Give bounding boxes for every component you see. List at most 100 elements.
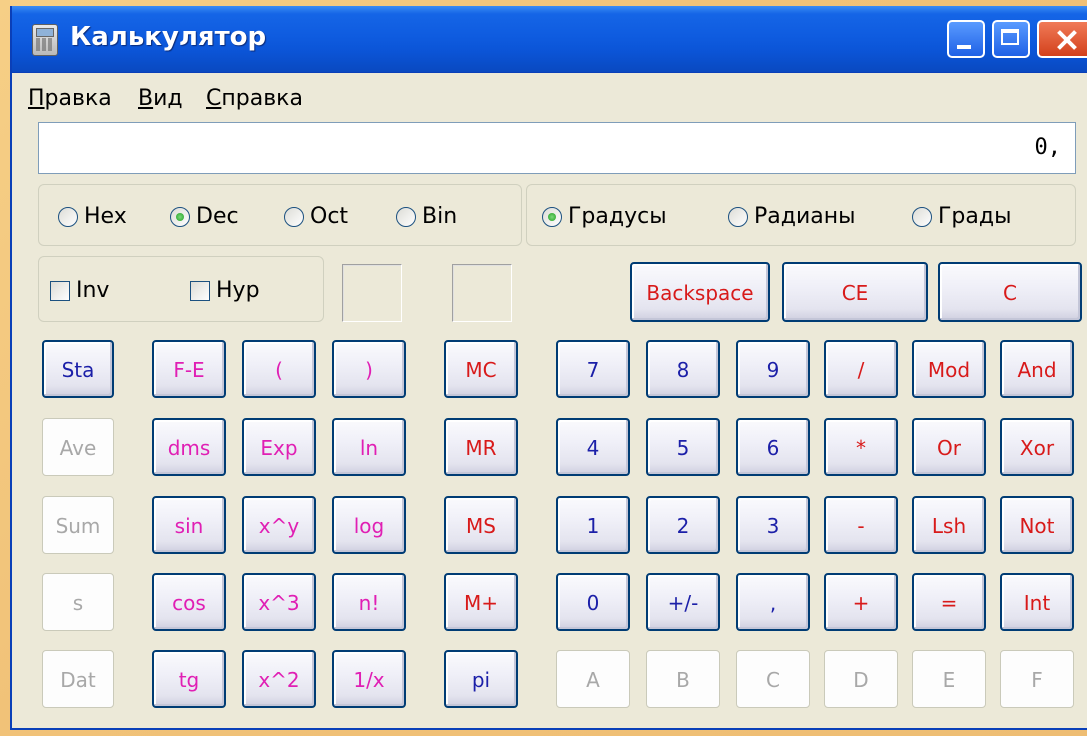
close-button[interactable] <box>1037 20 1087 58</box>
stat-button-dat: Dat <box>42 650 114 708</box>
stat-button-stdev: s <box>42 573 114 631</box>
key-decimal[interactable]: , <box>736 573 810 631</box>
mem-button-m-[interactable]: M+ <box>444 573 518 631</box>
menu-view-label: ид <box>153 86 183 111</box>
radio-label: Грады <box>938 204 1012 229</box>
calculator-window: Калькулятор Правка Вид Справка 0, Hex Dec… <box>10 6 1087 730</box>
mem-button-mr[interactable]: MR <box>444 418 518 476</box>
clear-entry-button[interactable]: CE <box>782 262 928 322</box>
clear-button[interactable]: C <box>938 262 1082 322</box>
key-multiply[interactable]: * <box>824 418 898 476</box>
calculator-display: 0, <box>38 122 1076 174</box>
radio-label: Hex <box>84 204 127 229</box>
func-button-exp[interactable]: Exp <box>242 418 316 476</box>
hex-digit-d: D <box>824 650 898 708</box>
key-lsh[interactable]: Lsh <box>912 496 986 554</box>
menu-bar: Правка Вид Справка <box>12 76 1087 116</box>
radio-circle[interactable] <box>170 206 190 227</box>
menu-view[interactable]: Вид <box>138 86 183 111</box>
window-title: Калькулятор <box>70 22 267 52</box>
stat-button-sta[interactable]: Sta <box>42 340 114 398</box>
hyp-checkbox[interactable]: Hyp <box>190 278 260 303</box>
radio-hex[interactable]: Hex <box>58 204 127 229</box>
func-button-close-paren[interactable]: ) <box>332 340 406 398</box>
func-button-f-e[interactable]: F-E <box>152 340 226 398</box>
func-button-tg[interactable]: tg <box>152 650 226 708</box>
radio-circle[interactable] <box>542 206 562 227</box>
key-sign[interactable]: +/- <box>646 573 720 631</box>
radio-circle[interactable] <box>728 206 748 227</box>
mem-button-ms[interactable]: MS <box>444 496 518 554</box>
hex-digit-b: B <box>646 650 720 708</box>
radio-circle[interactable] <box>396 206 416 227</box>
radio-label: Градусы <box>568 204 667 229</box>
radio-oct[interactable]: Oct <box>284 204 348 229</box>
key-plus[interactable]: + <box>824 573 898 631</box>
mem-button-mc[interactable]: MC <box>444 340 518 398</box>
func-button-open-paren[interactable]: ( <box>242 340 316 398</box>
menu-help[interactable]: Справка <box>206 86 303 111</box>
key-and[interactable]: And <box>1000 340 1074 398</box>
hex-digit-f: F <box>1000 650 1074 708</box>
radio-circle[interactable] <box>58 206 78 227</box>
radio-label: Радианы <box>754 204 856 229</box>
key-xor[interactable]: Xor <box>1000 418 1074 476</box>
title-bar[interactable]: Калькулятор <box>12 6 1087 73</box>
key-5[interactable]: 5 <box>646 418 720 476</box>
key-mod[interactable]: Mod <box>912 340 986 398</box>
key-3[interactable]: 3 <box>736 496 810 554</box>
radio-label: Oct <box>310 204 349 229</box>
func-button-reciprocal[interactable]: 1/x <box>332 650 406 708</box>
func-button-cos[interactable]: cos <box>152 573 226 631</box>
maximize-button[interactable] <box>992 20 1030 58</box>
key-divide[interactable]: / <box>824 340 898 398</box>
menu-help-label: правка <box>221 86 303 111</box>
radio-degrees[interactable]: Градусы <box>542 204 667 229</box>
radio-circle[interactable] <box>284 206 304 227</box>
menu-help-mnemonic: С <box>206 86 222 111</box>
radio-dec[interactable]: Dec <box>170 204 239 229</box>
radio-bin[interactable]: Bin <box>396 204 457 229</box>
key-not[interactable]: Not <box>1000 496 1074 554</box>
parenthesis-indicator <box>452 264 512 322</box>
key-1[interactable]: 1 <box>556 496 630 554</box>
key-equals[interactable]: = <box>912 573 986 631</box>
stat-button-sum: Sum <box>42 496 114 554</box>
menu-edit[interactable]: Правка <box>28 86 112 111</box>
key-6[interactable]: 6 <box>736 418 810 476</box>
hyp-checkbox-label: Hyp <box>216 278 260 303</box>
func-button-log[interactable]: log <box>332 496 406 554</box>
mem-button-pi[interactable]: pi <box>444 650 518 708</box>
key-or[interactable]: Or <box>912 418 986 476</box>
radio-label: Bin <box>422 204 458 229</box>
minimize-button[interactable] <box>947 20 985 58</box>
func-button-power[interactable]: x^y <box>242 496 316 554</box>
key-4[interactable]: 4 <box>556 418 630 476</box>
hyp-checkbox-box[interactable] <box>190 280 210 301</box>
stat-button-ave: Ave <box>42 418 114 476</box>
radio-radians[interactable]: Радианы <box>728 204 856 229</box>
key-0[interactable]: 0 <box>556 573 630 631</box>
hex-digit-a: A <box>556 650 630 708</box>
func-button-sin[interactable]: sin <box>152 496 226 554</box>
inv-checkbox[interactable]: Inv <box>50 278 109 303</box>
menu-view-mnemonic: В <box>138 86 154 111</box>
key-2[interactable]: 2 <box>646 496 720 554</box>
radio-grads[interactable]: Грады <box>912 204 1011 229</box>
func-button-factorial[interactable]: n! <box>332 573 406 631</box>
key-int[interactable]: Int <box>1000 573 1074 631</box>
func-button-cube[interactable]: x^3 <box>242 573 316 631</box>
backspace-button[interactable]: Backspace <box>630 262 770 322</box>
key-8[interactable]: 8 <box>646 340 720 398</box>
func-button-dms[interactable]: dms <box>152 418 226 476</box>
key-7[interactable]: 7 <box>556 340 630 398</box>
func-button-square[interactable]: x^2 <box>242 650 316 708</box>
radio-circle[interactable] <box>912 206 932 227</box>
key-9[interactable]: 9 <box>736 340 810 398</box>
menu-edit-label: равка <box>44 86 112 111</box>
hex-digit-c: C <box>736 650 810 708</box>
key-minus[interactable]: - <box>824 496 898 554</box>
menu-edit-mnemonic: П <box>28 86 45 111</box>
func-button-ln[interactable]: ln <box>332 418 406 476</box>
inv-checkbox-box[interactable] <box>50 280 70 301</box>
